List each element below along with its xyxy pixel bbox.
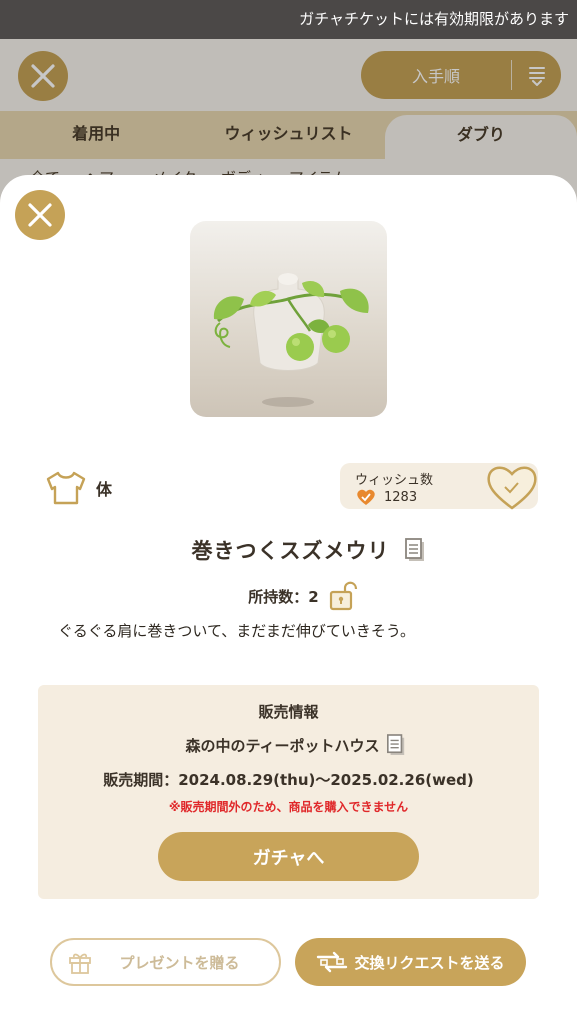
item-description: ぐるぐる肩に巻きついて、まだまだ伸びていきそう。 (58, 622, 416, 640)
present-button-label: プレゼントを贈る (119, 953, 240, 972)
wishlist-heart-button[interactable] (485, 463, 539, 511)
sales-source-row: 森の中のティーポットハウス (38, 733, 539, 757)
copy-icon[interactable] (386, 733, 406, 757)
exchange-request-button[interactable]: 交換リクエストを送る (295, 938, 526, 986)
sales-info-panel: 販売情報 森の中のティーポットハウス 販売期間：2024.08.29(thu)〜… (38, 685, 539, 899)
heart-check-icon (357, 489, 375, 505)
sales-source: 森の中のティーポットハウス (185, 736, 380, 755)
copy-icon[interactable] (404, 537, 426, 563)
owned-count-row: 所持数：2 (0, 580, 577, 612)
ticker-banner: ガチャチケットには有効期限があります (0, 0, 577, 39)
exchange-button-label: 交換リクエストを送る (354, 953, 505, 972)
category-label: 体 (96, 480, 113, 499)
wish-title: ウィッシュ数 (355, 473, 434, 488)
exchange-icon (317, 951, 348, 973)
item-image (190, 221, 387, 417)
gacha-button[interactable]: ガチャへ (158, 832, 419, 881)
vine-item-illustration (213, 273, 369, 407)
present-button[interactable]: プレゼントを贈る (50, 938, 281, 986)
gift-icon (58, 949, 102, 975)
sales-warning: ※販売期間外のため、商品を購入できません (168, 800, 409, 814)
unlock-icon[interactable] (327, 580, 359, 612)
close-icon (28, 203, 52, 227)
item-name-row: 巻きつくスズメウリ (0, 535, 577, 565)
sales-title: 販売情報 (258, 703, 319, 721)
ticker-text: ガチャチケットには有効期限があります (299, 10, 569, 28)
close-button[interactable] (15, 190, 65, 240)
wish-count-row: 1283 (356, 488, 417, 506)
item-category: 体 (44, 470, 112, 506)
sales-period: 販売期間：2024.08.29(thu)〜2025.02.26(wed) (103, 771, 474, 789)
item-name: 巻きつくスズメウリ (191, 539, 390, 563)
owned-count: 所持数：2 (248, 587, 319, 606)
wish-count: 1283 (384, 489, 418, 505)
heart-icon (487, 466, 537, 510)
item-detail-sheet: 体 ウィッシュ数 1283 巻きつくスズメウリ 所持数：2 ぐるぐる肩に巻きつい… (0, 175, 577, 1024)
shirt-icon (46, 471, 86, 505)
